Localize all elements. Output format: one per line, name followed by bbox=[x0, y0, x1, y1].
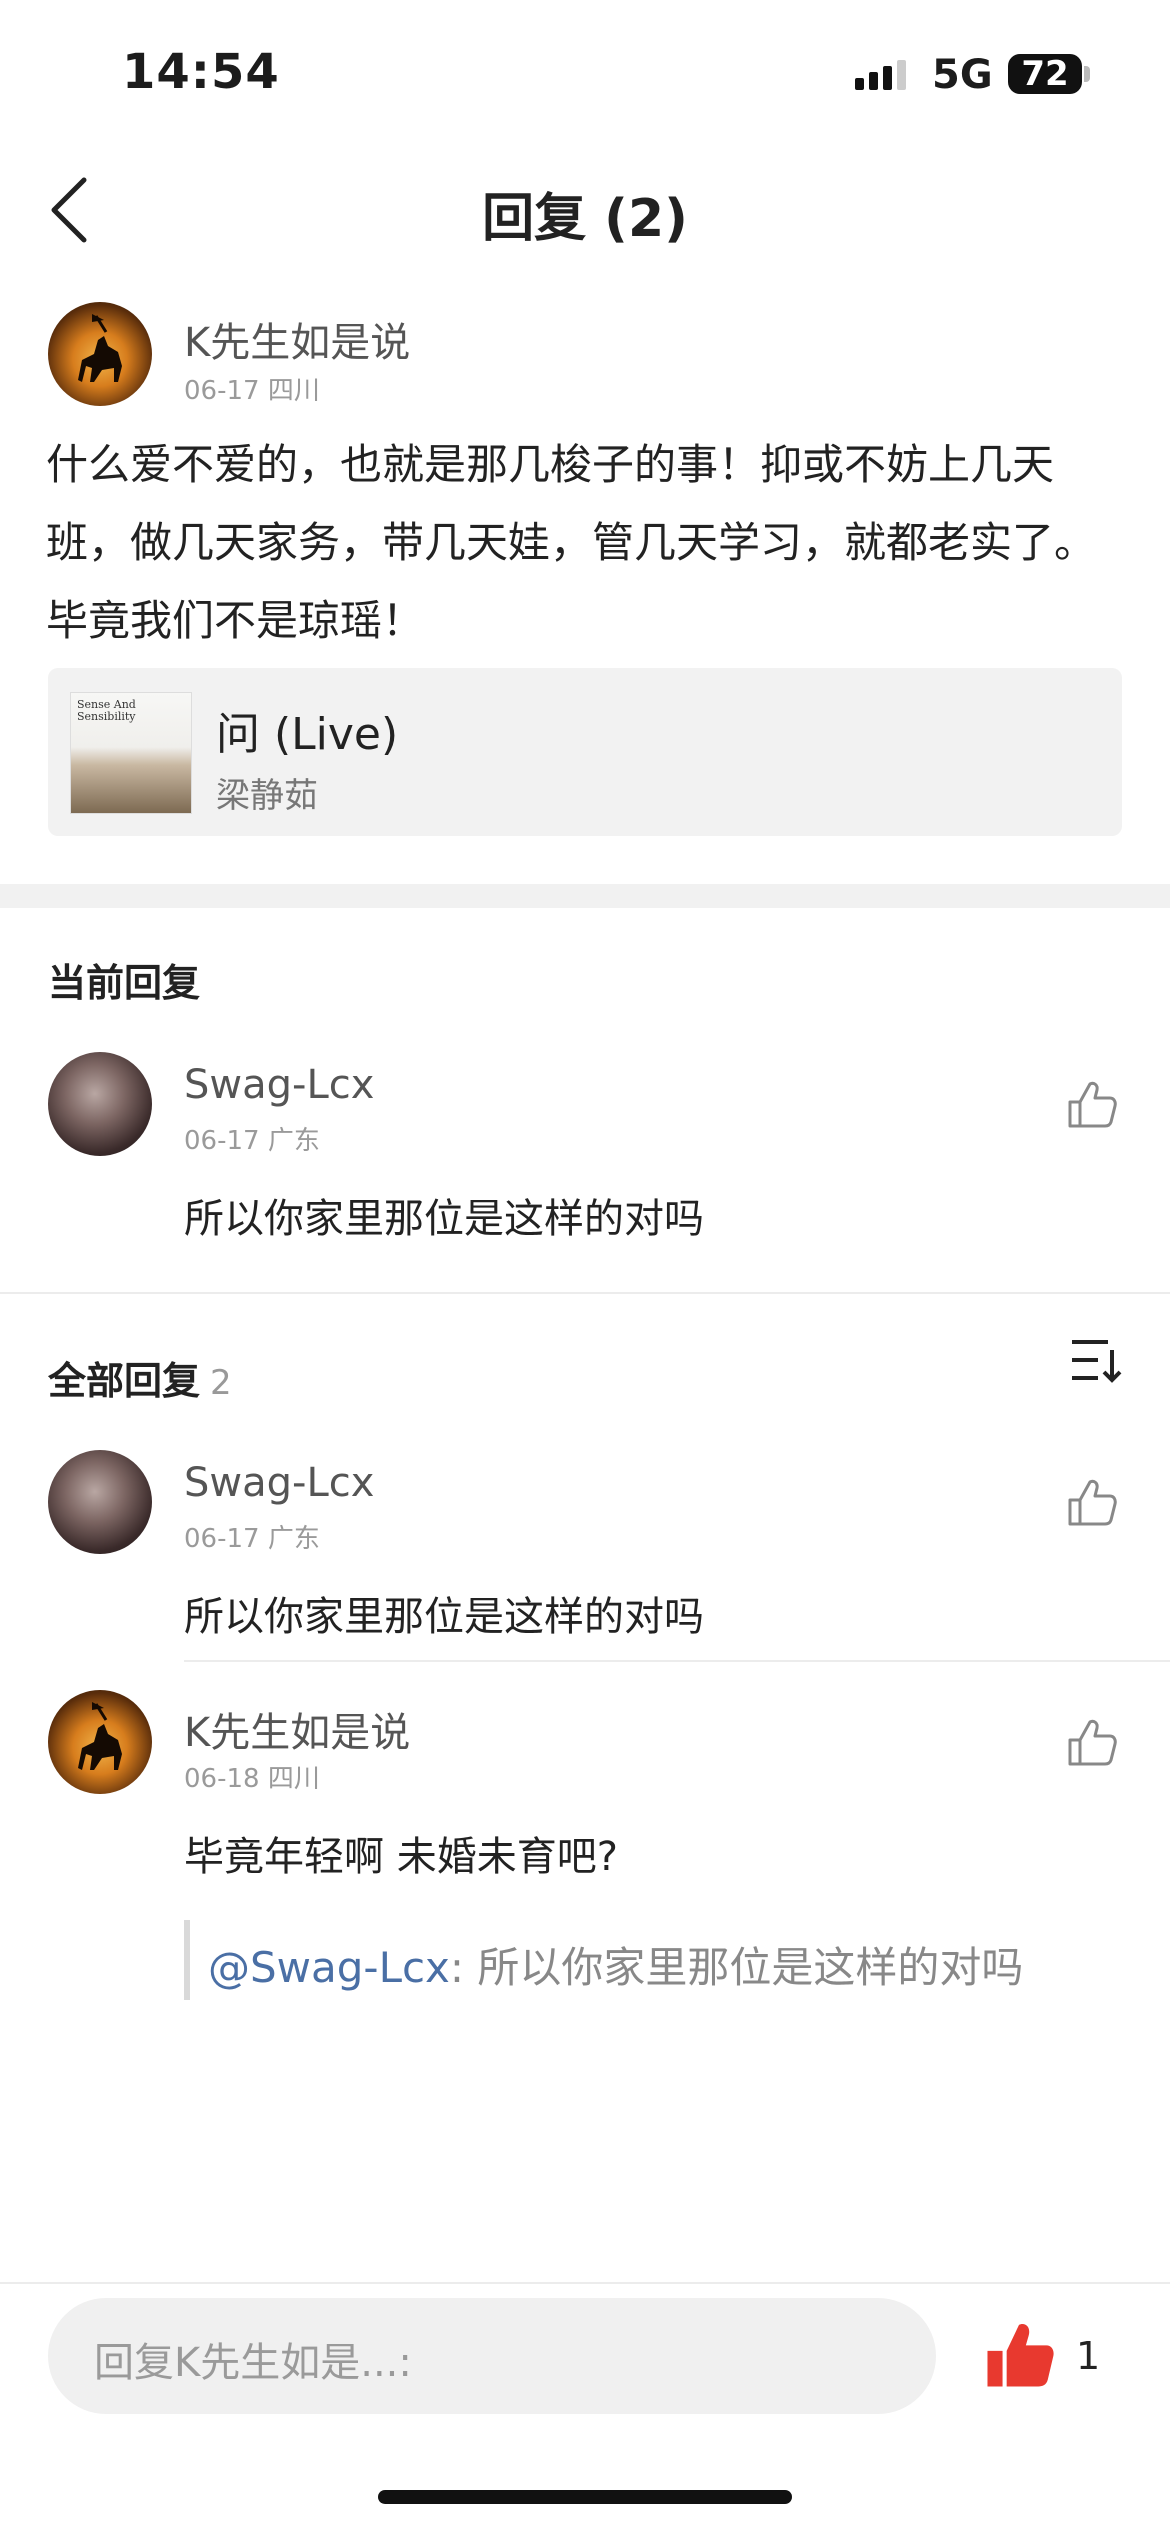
all-replies-label: 全部回复 bbox=[48, 1359, 201, 1403]
horse-rider-icon bbox=[78, 1702, 122, 1770]
thumbs-up-filled-icon bbox=[987, 2324, 1054, 2387]
album-cover: Sense And Sensibility bbox=[70, 692, 192, 814]
thumbs-up-icon bbox=[1068, 1719, 1117, 1766]
sort-button[interactable] bbox=[1068, 1336, 1122, 1386]
quoted-reply[interactable]: @Swag-Lcx: 所以你家里那位是这样的对吗 bbox=[184, 1920, 1090, 2000]
post-text: 什么爱不爱的，也就是那几梭子的事！抑或不妨上几天班，做几天家务，带几天娃，管几天… bbox=[46, 440, 1097, 645]
reply-author[interactable]: Swag-Lcx bbox=[184, 1062, 374, 1108]
divider bbox=[0, 2282, 1170, 2284]
avatar[interactable] bbox=[48, 302, 152, 406]
reply-author[interactable]: K先生如是说 bbox=[184, 1700, 410, 1758]
post-author[interactable]: K先生如是说 bbox=[184, 310, 410, 368]
music-title: 问 (Live) bbox=[216, 709, 399, 760]
reply-meta: 06-17 广东 bbox=[184, 1524, 320, 1554]
status-time: 14:54 bbox=[122, 44, 280, 100]
reply-author[interactable]: Swag-Lcx bbox=[184, 1460, 374, 1506]
signal-icon bbox=[855, 60, 906, 90]
reply-count: 2 bbox=[210, 1363, 232, 1403]
music-card[interactable]: Sense And Sensibility 问 (Live) 梁静茹 bbox=[48, 668, 1122, 836]
quote-text: @Swag-Lcx: 所以你家里那位是这样的对吗 bbox=[208, 1934, 1023, 1995]
like-button[interactable] bbox=[1064, 1476, 1118, 1530]
avatar[interactable] bbox=[48, 1690, 152, 1794]
like-button[interactable] bbox=[1064, 1716, 1118, 1770]
post-meta: 06-17 四川 bbox=[184, 376, 320, 406]
battery-tip bbox=[1084, 66, 1090, 82]
current-reply-title: 当前回复 bbox=[48, 961, 201, 1005]
thumbs-up-icon bbox=[1068, 1479, 1117, 1526]
reply-meta: 06-18 四川 bbox=[184, 1764, 320, 1794]
battery-icon: 72 bbox=[1008, 54, 1082, 94]
quote-content: : 所以你家里那位是这样的对吗 bbox=[449, 1943, 1024, 1992]
home-indicator[interactable] bbox=[378, 2490, 792, 2504]
all-replies-title: 全部回复 2 bbox=[48, 1350, 232, 1405]
like-post-button[interactable] bbox=[982, 2318, 1056, 2392]
battery-level: 72 bbox=[1021, 54, 1069, 94]
reply-text: 所以你家里那位是这样的对吗 bbox=[184, 1594, 704, 1640]
music-artist: 梁静茹 bbox=[216, 776, 318, 816]
network-label: 5G bbox=[932, 52, 993, 98]
thumbs-up-icon bbox=[1068, 1081, 1117, 1128]
divider bbox=[184, 1660, 1170, 1662]
page-title: 回复 (2) bbox=[482, 189, 688, 249]
reply-meta: 06-17 广东 bbox=[184, 1126, 320, 1156]
sort-icon bbox=[1072, 1340, 1122, 1383]
quote-user-link[interactable]: @Swag-Lcx bbox=[208, 1943, 450, 1992]
reply-text: 毕竟年轻啊 未婚未育吧? bbox=[184, 1834, 618, 1880]
reply-input-placeholder: 回复K先生如是...: bbox=[94, 2340, 412, 2386]
avatar[interactable] bbox=[48, 1052, 152, 1156]
like-count: 1 bbox=[1076, 2334, 1101, 2378]
album-cover-text: Sense And Sensibility bbox=[77, 698, 136, 723]
avatar[interactable] bbox=[48, 1450, 152, 1554]
like-button[interactable] bbox=[1064, 1078, 1118, 1132]
section-divider bbox=[0, 884, 1170, 908]
reply-input[interactable]: 回复K先生如是...: bbox=[48, 2298, 936, 2414]
reply-text: 所以你家里那位是这样的对吗 bbox=[184, 1196, 704, 1242]
divider bbox=[0, 1292, 1170, 1294]
horse-rider-icon bbox=[78, 314, 122, 382]
